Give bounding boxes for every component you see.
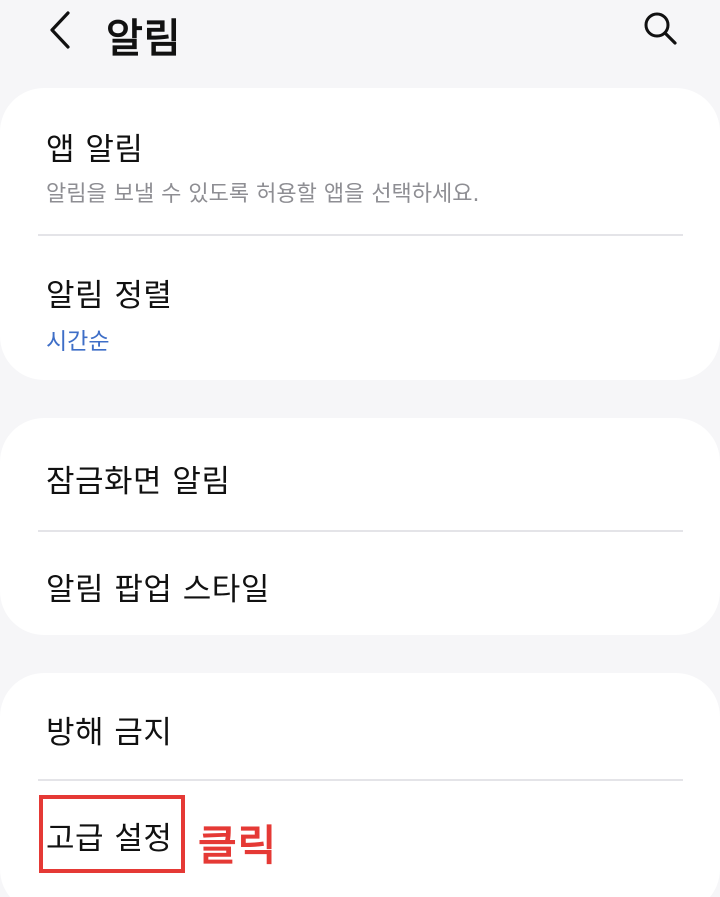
- click-annotation-label: 클릭: [198, 821, 278, 870]
- chevron-left-icon: [50, 11, 70, 49]
- item-subtitle: 알림을 보낼 수 있도록 허용할 앱을 선택하세요.: [46, 182, 480, 207]
- search-button[interactable]: [638, 6, 682, 50]
- popup-style-item[interactable]: 알림 팝업 스타일: [0, 532, 720, 635]
- settings-group-1: 앱 알림 알림을 보낼 수 있도록 허용할 앱을 선택하세요. 알림 정렬 시간…: [0, 88, 720, 380]
- item-title: 알림 정렬: [46, 278, 173, 314]
- item-value: 시간순: [46, 329, 110, 355]
- notifications-settings-page: 알림 앱 알림 알림을 보낼 수 있도록 허용할 앱을 선택하세요. 알림 정렬…: [0, 0, 720, 897]
- back-button[interactable]: [40, 8, 80, 52]
- settings-group-2: 잠금화면 알림 알림 팝업 스타일: [0, 418, 720, 635]
- item-title: 방해 금지: [46, 715, 173, 751]
- highlight-box: [39, 795, 185, 873]
- app-notifications-item[interactable]: 앱 알림 알림을 보낼 수 있도록 허용할 앱을 선택하세요.: [0, 88, 720, 236]
- page-title: 알림: [106, 16, 182, 62]
- lockscreen-notifications-item[interactable]: 잠금화면 알림: [0, 418, 720, 530]
- item-title: 잠금화면 알림: [46, 464, 231, 500]
- do-not-disturb-item[interactable]: 방해 금지: [0, 673, 720, 779]
- notification-sort-item[interactable]: 알림 정렬 시간순: [0, 236, 720, 380]
- search-icon: [644, 12, 677, 45]
- item-title: 알림 팝업 스타일: [46, 572, 270, 608]
- item-title: 앱 알림: [46, 132, 144, 168]
- app-header: 알림: [0, 0, 720, 64]
